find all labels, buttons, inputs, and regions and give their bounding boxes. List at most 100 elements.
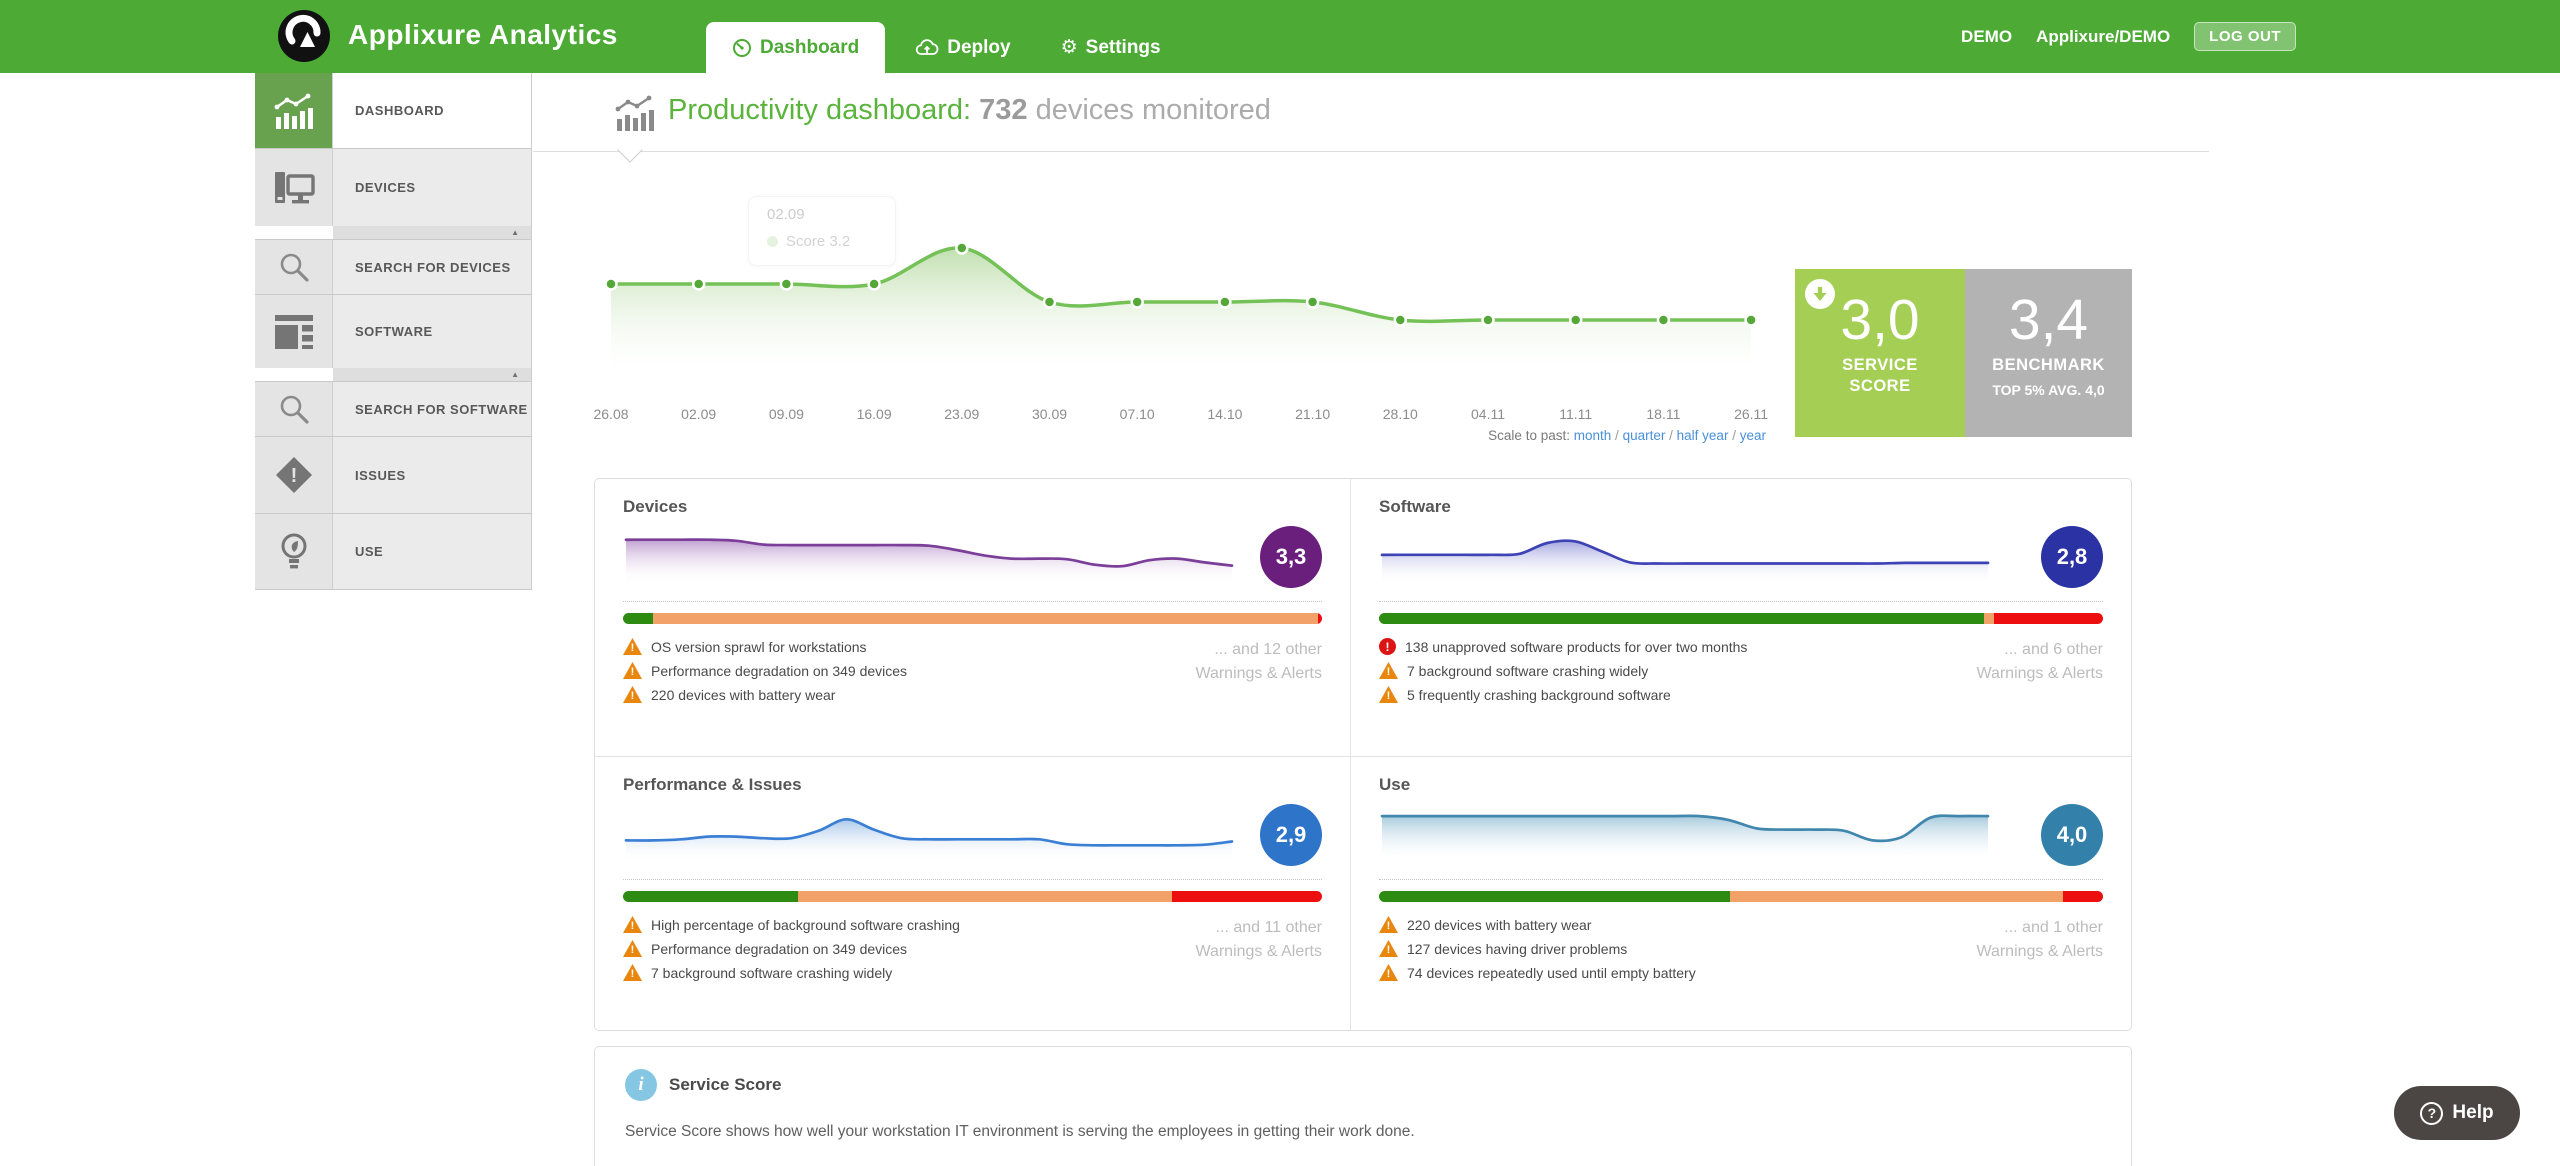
status-bar-segment: [1994, 613, 2103, 624]
warning-triangle-icon: [623, 964, 642, 981]
warning-triangle-icon: [623, 686, 642, 703]
status-bar-segment: [1172, 891, 1322, 902]
account-org: Applixure/DEMO: [2036, 27, 2170, 47]
sidebar-item-devices[interactable]: DEVICES ▲: [255, 149, 531, 240]
warning-triangle-icon: [1379, 686, 1398, 703]
software-collapse-toggle[interactable]: ▲: [333, 368, 531, 381]
more-warnings-note: ... and 6 other Warnings & Alerts: [1976, 638, 2103, 703]
warning-triangle-icon: [623, 916, 642, 933]
warning-text: 138 unapproved software products for ove…: [1405, 639, 1747, 655]
software-icon: [255, 295, 333, 368]
warning-item[interactable]: 7 background software crashing widely: [1379, 662, 1747, 679]
cloud-deploy-icon: [915, 38, 939, 58]
service-score-info-box: i Service Score Service Score shows how …: [594, 1046, 2132, 1166]
warning-item[interactable]: 74 devices repeatedly used until empty b…: [1379, 964, 1696, 981]
card-performance-issues[interactable]: Performance & Issues 2,9 High percentage…: [595, 756, 1350, 1030]
scale-link-quarter[interactable]: quarter: [1623, 428, 1666, 443]
status-bar-segment: [653, 613, 1318, 624]
card-devices[interactable]: Devices 3,3 OS version sprawl for workst…: [595, 479, 1350, 756]
warning-item[interactable]: 138 unapproved software products for ove…: [1379, 638, 1747, 655]
warning-item[interactable]: Performance degradation on 349 devices: [623, 662, 907, 679]
use-warning-list: 220 devices with battery wear 127 device…: [1379, 916, 1696, 981]
warning-item[interactable]: Performance degradation on 349 devices: [623, 940, 960, 957]
chart-tooltip: 02.09 Score 3.2: [748, 196, 896, 266]
top-navigation-bar: Applixure Analytics Dashboard: [0, 0, 2560, 73]
sidebar-item-issues-label: ISSUES: [333, 437, 531, 513]
status-bar-segment: [2063, 891, 2103, 902]
sidebar-item-search-software-label: SEARCH FOR SOFTWARE: [333, 382, 531, 436]
status-bar-segment: [1730, 891, 2063, 902]
logout-button[interactable]: LOG OUT: [2194, 22, 2296, 51]
service-score-label: SERVICE: [1795, 355, 1965, 376]
app-root: Applixure Analytics Dashboard: [0, 0, 2560, 1166]
warning-item[interactable]: 127 devices having driver problems: [1379, 940, 1696, 957]
sidebar-item-software[interactable]: SOFTWARE ▲: [255, 295, 531, 382]
performance-score-badge: 2,9: [1260, 804, 1322, 866]
warning-text: 5 frequently crashing background softwar…: [1407, 687, 1671, 703]
info-icon: i: [625, 1069, 657, 1101]
tab-deploy[interactable]: Deploy: [895, 22, 1030, 73]
more-warnings-note: ... and 1 other Warnings & Alerts: [1976, 916, 2103, 981]
status-bar-segment: [1379, 613, 1984, 624]
x-axis-label: 02.09: [681, 406, 716, 422]
benchmark-top5-avg: TOP 5% AVG. 4,0: [1965, 382, 2132, 398]
category-cards-grid: Devices 3,3 OS version sprawl for workst…: [594, 478, 2132, 1031]
x-axis-label: 28.10: [1383, 406, 1418, 422]
devices-collapse-toggle[interactable]: ▲: [333, 226, 531, 239]
use-sparkline-chart: [1379, 803, 1991, 867]
tooltip-score: Score 3.2: [786, 233, 850, 250]
help-button-label: Help: [2452, 1102, 2493, 1124]
warning-item[interactable]: 5 frequently crashing background softwar…: [1379, 686, 1747, 703]
sidebar-item-issues[interactable]: ! ISSUES: [255, 437, 531, 514]
dotted-divider: [1379, 601, 2103, 602]
account-name: DEMO: [1961, 27, 2012, 47]
search-icon: [255, 382, 333, 436]
warning-item[interactable]: OS version sprawl for workstations: [623, 638, 907, 655]
performance-sparkline-chart: [623, 803, 1235, 867]
issues-diamond-icon: !: [255, 437, 333, 513]
dashboard-chart-icon: [255, 73, 333, 148]
tab-deploy-label: Deploy: [947, 22, 1010, 73]
warning-item[interactable]: 220 devices with battery wear: [1379, 916, 1696, 933]
card-use[interactable]: Use 4,0 220 devices with battery wear 12…: [1350, 756, 2131, 1030]
more-warnings-label: Warnings & Alerts: [1976, 940, 2103, 964]
search-icon: [255, 240, 333, 294]
help-button[interactable]: ? Help: [2394, 1086, 2520, 1140]
warning-triangle-icon: [623, 638, 642, 655]
scale-link-year[interactable]: year: [1740, 428, 1766, 443]
sidebar-item-search-software[interactable]: SEARCH FOR SOFTWARE: [255, 382, 531, 437]
scale-label: Scale to past:: [1488, 428, 1570, 443]
benchmark-value: 3,4: [1965, 292, 2132, 349]
performance-warning-list: High percentage of background software c…: [623, 916, 960, 981]
scale-link-half-year[interactable]: half year: [1677, 428, 1729, 443]
card-title: Devices: [623, 497, 1322, 517]
brand-title: Applixure Analytics: [348, 19, 618, 51]
card-software[interactable]: Software 2,8 138 unapproved software pro…: [1350, 479, 2131, 756]
warning-text: Performance degradation on 349 devices: [651, 941, 907, 957]
warning-text: 7 background software crashing widely: [1407, 663, 1648, 679]
x-axis-label: 23.09: [944, 406, 979, 422]
warning-item[interactable]: 7 background software crashing widely: [623, 964, 960, 981]
sidebar-item-search-devices[interactable]: SEARCH FOR DEVICES: [255, 240, 531, 295]
tab-dashboard[interactable]: Dashboard: [706, 22, 885, 73]
x-axis-label: 09.09: [769, 406, 804, 422]
more-warnings-note: ... and 12 other Warnings & Alerts: [1195, 638, 1322, 703]
tab-settings[interactable]: ⚙ Settings: [1041, 22, 1181, 73]
collapse-triangle-icon: ▲: [511, 370, 519, 379]
sidebar-item-devices-label: DEVICES: [333, 149, 531, 226]
x-axis-label: 26.08: [593, 406, 628, 422]
sidebar-item-use[interactable]: USE: [255, 514, 531, 590]
more-warnings-label: Warnings & Alerts: [1195, 940, 1322, 964]
scale-link-month[interactable]: month: [1574, 428, 1612, 443]
monitored-device-count: 732: [979, 94, 1027, 126]
sidebar-item-use-label: USE: [333, 514, 531, 589]
sidebar-item-dashboard[interactable]: DASHBOARD: [255, 73, 531, 149]
devices-sparkline-chart: [623, 525, 1235, 589]
software-status-bar: [1379, 613, 2103, 624]
question-mark-icon: ?: [2420, 1102, 2443, 1125]
heading-divider-notch: [617, 137, 642, 162]
heading-chart-icon: [615, 95, 655, 136]
warning-item[interactable]: 220 devices with battery wear: [623, 686, 907, 703]
warning-text: Performance degradation on 349 devices: [651, 663, 907, 679]
warning-item[interactable]: High percentage of background software c…: [623, 916, 960, 933]
